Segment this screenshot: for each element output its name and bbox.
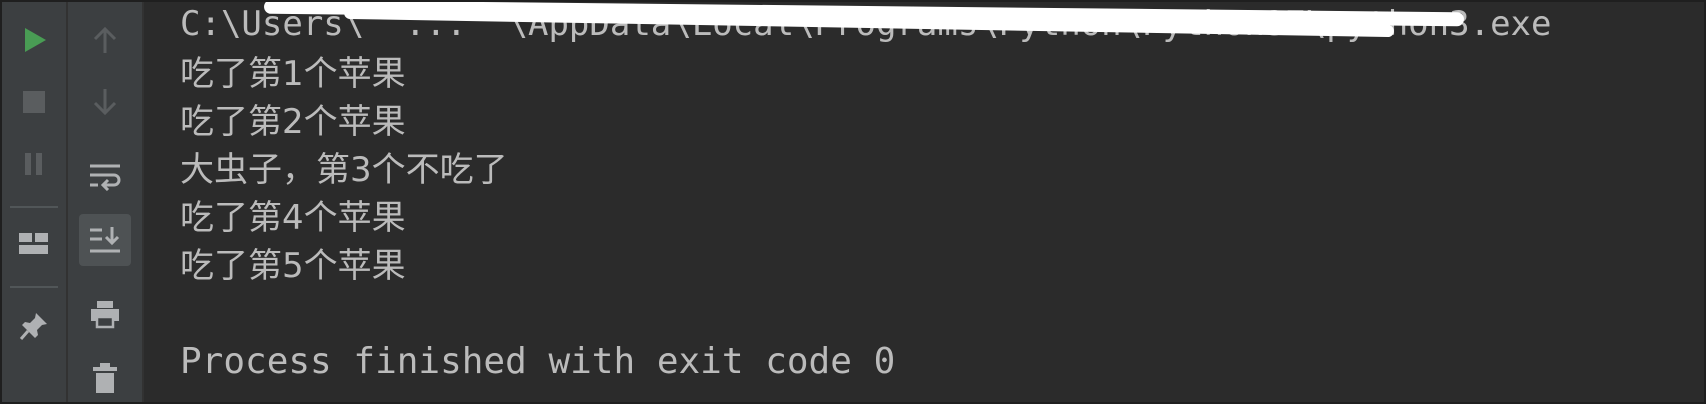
output-line: 吃了第4个苹果: [180, 198, 406, 238]
layout-button[interactable]: [14, 224, 54, 264]
pause-icon: [25, 153, 42, 175]
output-line: 大虫子，第3个不吃了: [180, 150, 508, 190]
pin-button[interactable]: [14, 306, 54, 346]
trash-icon: [93, 363, 117, 393]
clear-all-button[interactable]: [85, 358, 125, 398]
output-line: 吃了第1个苹果: [180, 54, 406, 94]
console-output[interactable]: C:\Users\ ... \AppData\Local\Programs\Py…: [144, 2, 1704, 402]
stop-button[interactable]: [14, 82, 54, 122]
print-icon: [91, 301, 119, 329]
exit-message: Process finished with exit code 0: [180, 341, 896, 382]
run-controls-toolbar: [2, 2, 68, 402]
run-tool-window: C:\Users\ ... \AppData\Local\Programs\Py…: [0, 0, 1706, 404]
print-button[interactable]: [85, 294, 125, 334]
rerun-button[interactable]: [14, 20, 54, 60]
scroll-to-end-button[interactable]: [79, 214, 131, 266]
soft-wrap-button[interactable]: [85, 156, 125, 196]
arrow-up-icon: [93, 26, 117, 53]
toolbar-separator: [10, 206, 58, 208]
console-controls-toolbar: [68, 2, 144, 402]
layout-icon: [19, 233, 48, 254]
run-icon: [25, 28, 46, 52]
next-occurrence-button[interactable]: [85, 82, 125, 122]
arrow-down-icon: [93, 89, 117, 116]
stop-icon: [23, 91, 45, 113]
toolbar-separator: [10, 286, 58, 288]
output-line: 吃了第5个苹果: [180, 246, 406, 286]
output-line: 吃了第2个苹果: [180, 102, 406, 142]
soft-wrap-icon: [90, 164, 121, 191]
pin-icon: [19, 313, 47, 340]
pause-button[interactable]: [14, 144, 54, 184]
previous-occurrence-button[interactable]: [85, 20, 125, 60]
scroll-to-end-icon: [90, 227, 120, 253]
